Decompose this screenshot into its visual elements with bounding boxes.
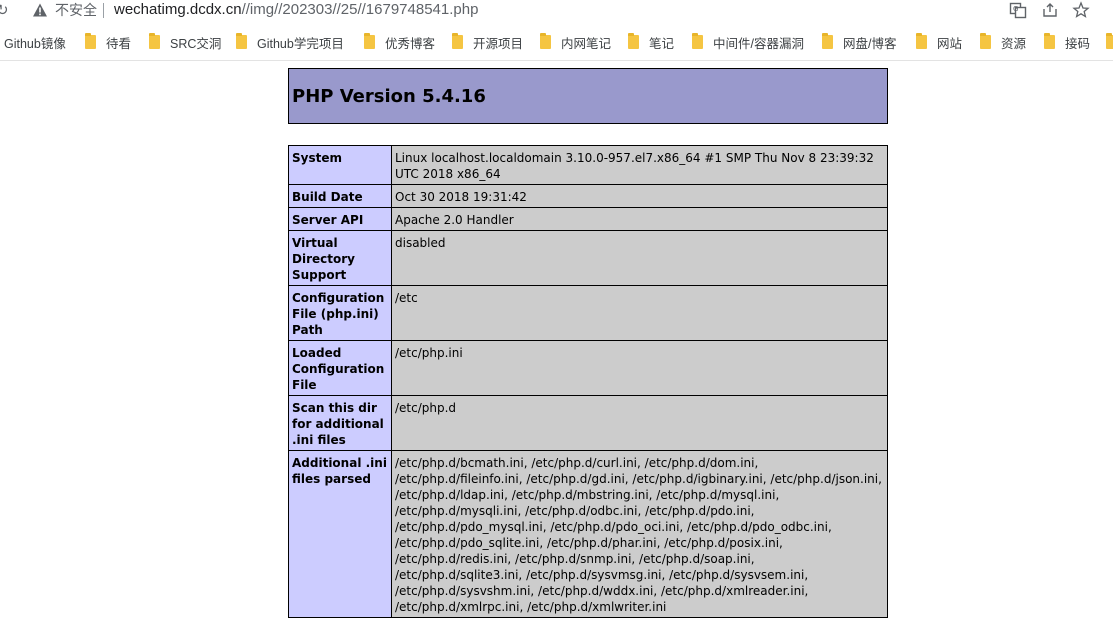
row-key: Server API: [288, 207, 392, 231]
folder-icon: [149, 33, 160, 49]
bookmark-middleware[interactable]: 中间件/容器漏洞: [692, 33, 804, 51]
folder-icon: [628, 33, 639, 49]
bookmark-src[interactable]: SRC交洞: [149, 33, 221, 51]
table-row: Build Date Oct 30 2018 19:31:42: [288, 184, 888, 208]
url-host: wechatimg.dcdx.cn: [114, 1, 242, 18]
bookmark-label: 中间件/容器漏洞: [713, 36, 804, 51]
row-key: Scan this dir for additional .ini files: [288, 395, 392, 451]
row-value: disabled: [391, 230, 888, 286]
folder-icon: [236, 33, 247, 49]
bookmark-label: 内网笔记: [561, 36, 612, 51]
bookmark-label: SRC交洞: [170, 36, 222, 51]
folder-icon: [822, 33, 833, 49]
row-value: /etc/php.d: [391, 395, 888, 451]
table-row: Additional .ini files parsed /etc/php.d/…: [288, 450, 888, 618]
bookmark-label: 开源项目: [473, 36, 524, 51]
folder-icon: [980, 33, 991, 49]
bookmark-label: 笔记: [649, 36, 675, 51]
row-key: Loaded Configuration File: [288, 340, 392, 396]
row-value: /etc/php.d/bcmath.ini, /etc/php.d/curl.i…: [391, 450, 888, 618]
folder-icon: [540, 33, 551, 49]
bookmark-notes[interactable]: 笔记: [628, 33, 674, 51]
row-key: Build Date: [288, 184, 392, 208]
folder-icon: [1044, 33, 1055, 49]
address-bar[interactable]: ↻ 不安全 wechatimg.dcdx.cn//img//202303//25…: [0, 0, 1113, 22]
table-row: Loaded Configuration File /etc/php.ini: [288, 340, 888, 396]
url-field[interactable]: wechatimg.dcdx.cn//img//202303//25//1679…: [114, 0, 478, 20]
table-row: Server API Apache 2.0 Handler: [288, 207, 888, 231]
bookmark-label: 网站: [937, 36, 963, 51]
row-value: Apache 2.0 Handler: [391, 207, 888, 231]
row-key: Additional .ini files parsed: [288, 450, 392, 618]
row-key: System: [288, 145, 392, 185]
bookmark-github-projects[interactable]: Github学完项目: [236, 33, 344, 51]
bookmark-label: Github镜像: [4, 36, 66, 51]
address-divider: [103, 3, 104, 18]
row-key: Configuration File (php.ini) Path: [288, 285, 392, 341]
table-row: Scan this dir for additional .ini files …: [288, 395, 888, 451]
share-icon[interactable]: [1041, 1, 1059, 19]
folder-icon: [85, 33, 96, 49]
bookmark-star-icon[interactable]: [1072, 1, 1090, 19]
row-key: Virtual Directory Support: [288, 230, 392, 286]
row-value: /etc: [391, 285, 888, 341]
table-row: Virtual Directory Support disabled: [288, 230, 888, 286]
translate-icon[interactable]: G: [1009, 1, 1027, 19]
warning-icon[interactable]: [32, 2, 48, 18]
folder-icon: [1106, 33, 1113, 49]
bookmark-intranet-notes[interactable]: 内网笔记: [540, 33, 611, 51]
folder-icon: [692, 33, 703, 49]
browser-chrome: ↻ 不安全 wechatimg.dcdx.cn//img//202303//25…: [0, 0, 1113, 61]
bookmark-to-read[interactable]: 待看: [85, 33, 131, 51]
row-value: /etc/php.ini: [391, 340, 888, 396]
table-row: System Linux localhost.localdomain 3.10.…: [288, 145, 888, 185]
svg-text:G: G: [1013, 5, 1018, 13]
folder-icon: [364, 33, 375, 49]
folder-icon: [452, 33, 463, 49]
bookmark-label: 待看: [106, 36, 132, 51]
bookmark-label: 资源: [1001, 36, 1027, 51]
table-row: Configuration File (php.ini) Path /etc: [288, 285, 888, 341]
bookmark-open-source[interactable]: 开源项目: [452, 33, 523, 51]
folder-icon: [916, 33, 927, 49]
bookmark-sms[interactable]: 接码: [1044, 33, 1090, 51]
bookmark-blogs[interactable]: 优秀博客: [364, 33, 435, 51]
reload-icon[interactable]: ↻: [0, 1, 9, 19]
bookmark-github-mirror[interactable]: Github镜像: [4, 33, 66, 51]
php-version-header: PHP Version 5.4.16: [288, 68, 888, 124]
row-value: Oct 30 2018 19:31:42: [391, 184, 888, 208]
url-path: //img//202303//25//1679748541.php: [241, 1, 479, 18]
insecure-label[interactable]: 不安全: [55, 0, 97, 20]
row-value: Linux localhost.localdomain 3.10.0-957.e…: [391, 145, 888, 185]
bookmark-label: 接码: [1065, 36, 1091, 51]
bookmark-netdisk[interactable]: 网盘/博客: [822, 33, 896, 51]
bookmark-label: Github学完项目: [257, 36, 344, 51]
bookmark-overflow[interactable]: [1106, 33, 1113, 51]
page-title: PHP Version 5.4.16: [292, 86, 486, 107]
bookmark-label: 网盘/博客: [843, 36, 897, 51]
bookmark-resources[interactable]: 资源: [980, 33, 1026, 51]
bookmark-label: 优秀博客: [385, 36, 436, 51]
phpinfo-table: System Linux localhost.localdomain 3.10.…: [288, 145, 888, 618]
bookmarks-bar: Github镜像 待看 SRC交洞 Github学完项目 优秀博客 开源项目 内…: [0, 28, 1113, 56]
bookmark-websites[interactable]: 网站: [916, 33, 962, 51]
